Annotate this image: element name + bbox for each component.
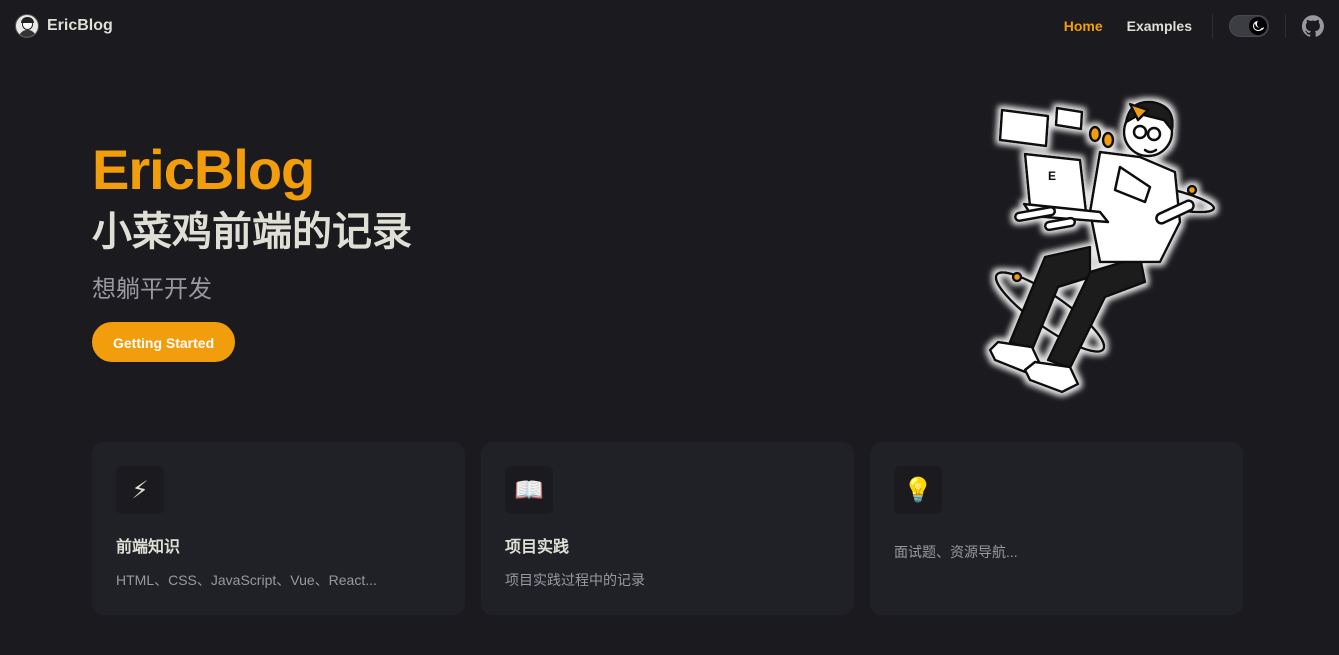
hero-name: EricBlog: [92, 138, 315, 201]
site-title: EricBlog: [47, 17, 113, 34]
moon-icon: [1249, 17, 1267, 35]
getting-started-button[interactable]: Getting Started: [92, 322, 236, 362]
feature-card-projects[interactable]: 📖 项目实践 项目实践过程中的记录: [481, 442, 854, 615]
feature-card-resources[interactable]: 💡 面试题、资源导航...: [870, 442, 1243, 615]
feature-details: HTML、CSS、JavaScript、Vue、React...: [116, 572, 377, 588]
open-book-icon: 📖: [505, 466, 553, 514]
top-navbar: EricBlog Home Examples: [0, 0, 1339, 52]
features-section: ⚡ 前端知识 HTML、CSS、JavaScript、Vue、React... …: [92, 442, 1243, 615]
nav-link-home[interactable]: Home: [1052, 18, 1115, 34]
svg-text:E: E: [1048, 169, 1056, 183]
light-bulb-icon: 💡: [894, 466, 942, 514]
hero-text: 小菜鸡前端的记录: [92, 210, 412, 254]
feature-card-frontend[interactable]: ⚡ 前端知识 HTML、CSS、JavaScript、Vue、React...: [92, 442, 465, 615]
site-brand[interactable]: EricBlog: [15, 14, 113, 38]
nav-divider: [1212, 14, 1213, 38]
hero-illustration: E: [988, 100, 1216, 394]
feature-details: 面试题、资源导航...: [894, 544, 1018, 560]
github-icon[interactable]: [1302, 15, 1324, 37]
nav-link-examples[interactable]: Examples: [1115, 18, 1204, 34]
lightning-icon: ⚡: [116, 466, 164, 514]
nav-menu: Home Examples: [1052, 0, 1324, 52]
theme-toggle-switch[interactable]: [1229, 15, 1269, 37]
feature-details: 项目实践过程中的记录: [505, 572, 645, 588]
nav-divider: [1285, 14, 1286, 38]
hero-tagline: 想躺平开发: [92, 276, 212, 303]
hero-section: EricBlog 小菜鸡前端的记录 想躺平开发 Getting Started: [92, 130, 412, 362]
feature-title: 前端知识: [116, 539, 181, 556]
feature-title: 项目实践: [505, 539, 570, 556]
avatar-logo-icon: [15, 14, 39, 38]
